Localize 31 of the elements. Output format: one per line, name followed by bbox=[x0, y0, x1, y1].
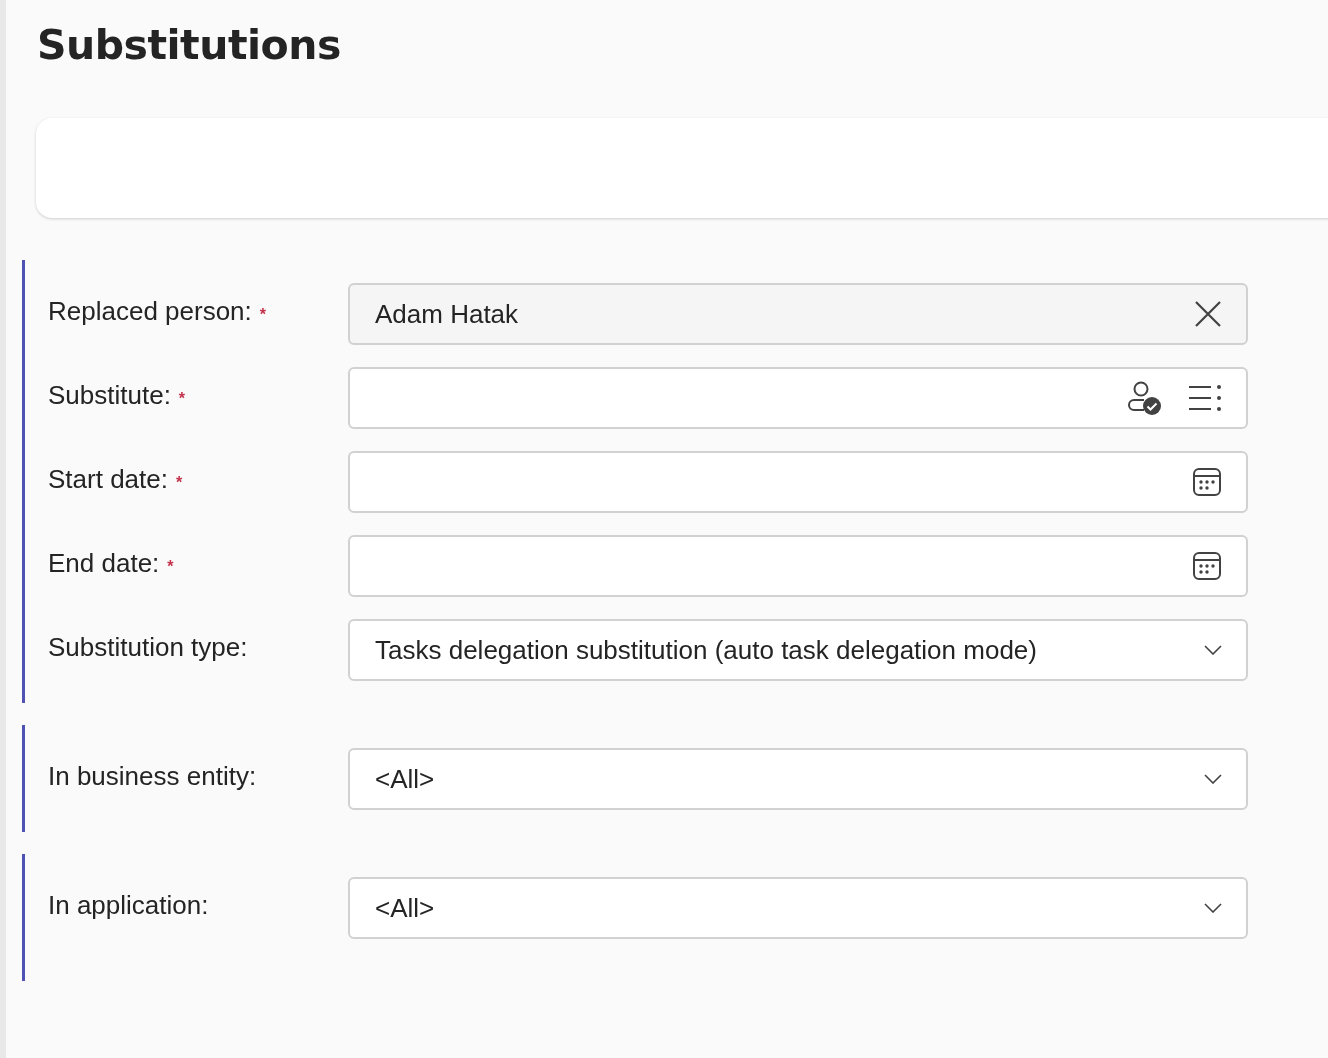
field-label: Substitute: bbox=[48, 379, 171, 411]
dropdown-field[interactable]: Tasks delegation substitution (auto task delegation mode) bbox=[348, 619, 1248, 681]
dropdown-field[interactable]: <All> bbox=[348, 748, 1248, 810]
field-label: In application: bbox=[48, 889, 209, 921]
field-value: Tasks delegation substitution (auto task delegation mode) bbox=[375, 634, 1038, 666]
date-field[interactable] bbox=[348, 451, 1248, 513]
chevron-down-icon bbox=[1204, 903, 1222, 913]
field-label: Start date: bbox=[48, 463, 168, 495]
required-mark: * bbox=[259, 305, 267, 324]
field-value: <All> bbox=[375, 892, 436, 924]
date-field[interactable] bbox=[348, 535, 1248, 597]
required-mark: * bbox=[178, 389, 186, 408]
list-icon[interactable] bbox=[1188, 384, 1222, 412]
required-mark: * bbox=[167, 557, 174, 576]
chevron-down-icon bbox=[1204, 774, 1222, 784]
field-label: End date: bbox=[48, 547, 160, 579]
person-check-icon[interactable] bbox=[1126, 380, 1162, 416]
clear-icon[interactable] bbox=[1194, 300, 1222, 328]
chevron-down-icon bbox=[1204, 645, 1222, 655]
field-value: Adam Hatak bbox=[375, 298, 520, 330]
person-picker-field[interactable] bbox=[348, 367, 1248, 429]
person-field[interactable]: Adam Hatak bbox=[348, 283, 1248, 345]
required-mark: * bbox=[175, 473, 183, 492]
calendar-icon[interactable] bbox=[1192, 551, 1222, 581]
field-label: Substitution type: bbox=[48, 631, 248, 663]
page-title: Substitutions bbox=[37, 20, 342, 71]
field-label: In business entity: bbox=[48, 760, 257, 792]
field-label: Replaced person: bbox=[48, 295, 252, 327]
field-value: <All> bbox=[375, 763, 436, 795]
calendar-icon[interactable] bbox=[1192, 467, 1222, 497]
dropdown-field[interactable]: <All> bbox=[348, 877, 1248, 939]
